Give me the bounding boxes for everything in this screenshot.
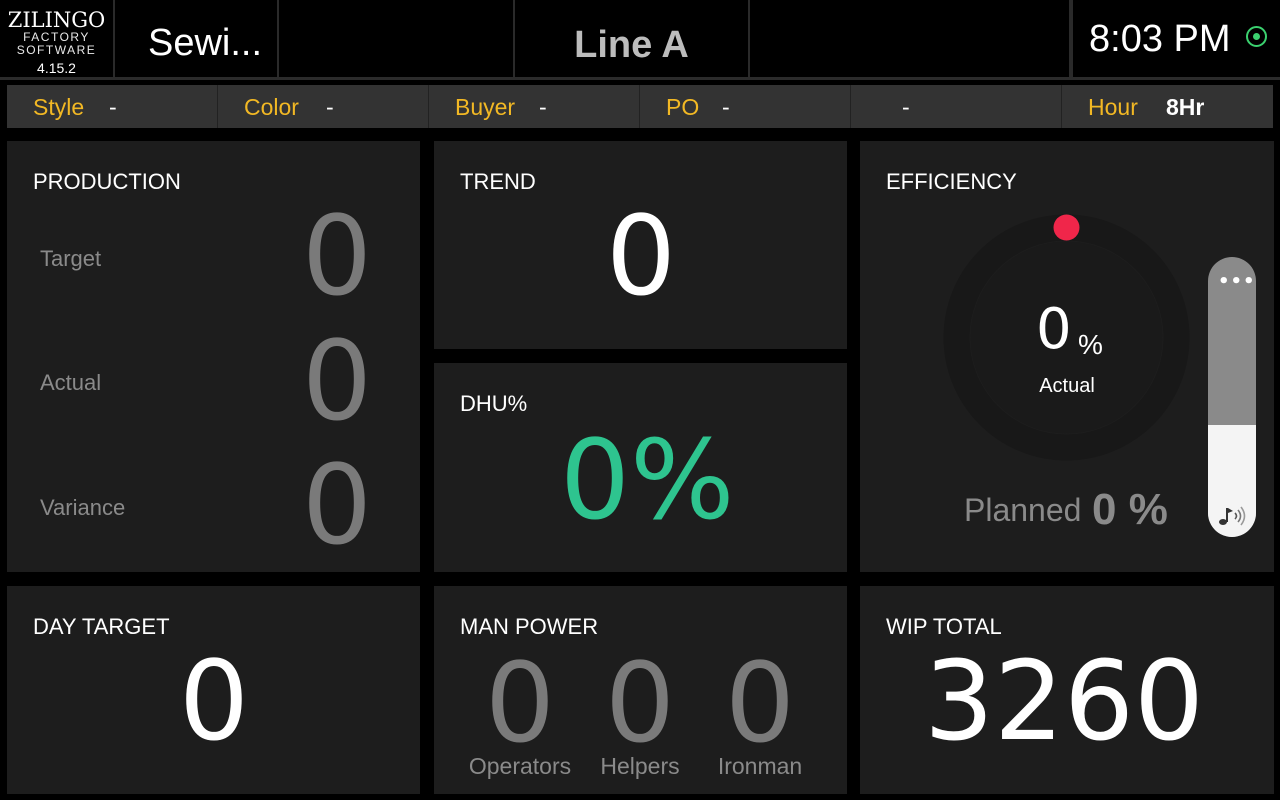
more-options-icon[interactable]: ••• (1218, 271, 1256, 292)
sound-icon (1219, 506, 1246, 526)
clock-cell: 8:03 PM (1071, 0, 1280, 78)
ironman-value: 0 (725, 639, 795, 767)
helpers-value: 0 (605, 639, 675, 767)
blank-value: - (902, 94, 910, 120)
planned-value: 0 % (1092, 485, 1168, 534)
ironman-label: Ironman (717, 753, 803, 779)
planned-label: Planned (964, 492, 1082, 528)
dhu-title: DHU% (460, 391, 528, 416)
po-value: - (722, 94, 730, 120)
logo-line-software: SOFTWARE (16, 43, 97, 57)
po-label: PO (666, 94, 700, 120)
operators-value: 0 (485, 639, 555, 767)
color-label: Color (244, 94, 299, 120)
wip-total-card: WIP TOTAL 3260 (860, 586, 1274, 794)
target-value: 0 (302, 192, 372, 320)
line-name: Line A (574, 24, 689, 66)
efficiency-card: EFFICIENCY 0 % Actual Planned 0 % ••• (860, 141, 1274, 572)
blank-field: - (851, 85, 1062, 128)
efficiency-title: EFFICIENCY (886, 169, 1017, 194)
gauge-indicator-dot (1053, 214, 1080, 241)
style-field: Style - (7, 85, 218, 128)
day-target-title: DAY TARGET (33, 614, 170, 639)
production-card: PRODUCTION Target 0 Actual 0 Variance 0 (7, 141, 420, 572)
man-power-title: MAN POWER (460, 614, 599, 639)
trend-title: TREND (460, 169, 536, 194)
color-field: Color - (218, 85, 429, 128)
section-title-cell[interactable]: Sewi... (115, 0, 279, 78)
dhu-value: 0% (560, 416, 735, 544)
style-value: - (109, 94, 117, 120)
man-power-card: MAN POWER 0 Operators 0 Helpers 0 Ironma… (434, 586, 847, 794)
color-value: - (326, 94, 334, 120)
day-target-card: DAY TARGET 0 (7, 586, 420, 794)
actual-value: 0 (302, 317, 372, 445)
po-field: PO - (640, 85, 851, 128)
variance-value: 0 (302, 441, 372, 569)
volume-slider[interactable]: ••• (1208, 257, 1256, 537)
header-spacer-left (279, 0, 515, 78)
efficiency-actual-value: 0 (1036, 297, 1072, 362)
logo-name: ZILINGO (7, 8, 106, 32)
section-title: Sewi... (148, 22, 263, 64)
operators-label: Operators (468, 753, 572, 779)
buyer-field: Buyer - (429, 85, 640, 128)
order-info-bar: Style - Color - Buyer - PO - - Hour 8Hr (7, 85, 1273, 128)
header-spacer-right (750, 0, 1071, 78)
app-version: 4.15.2 (37, 60, 76, 76)
current-time: 8:03 PM (1089, 18, 1231, 60)
efficiency-actual-unit: % (1078, 329, 1103, 360)
trend-card: TREND 0 (434, 141, 847, 349)
trend-value: 0 (606, 192, 676, 320)
efficiency-actual-label: Actual (1039, 375, 1095, 397)
wip-total-value: 3260 (924, 637, 1204, 765)
buyer-value: - (539, 94, 547, 120)
variance-label: Variance (40, 495, 126, 520)
hour-value: 8Hr (1166, 94, 1205, 120)
production-title: PRODUCTION (33, 169, 181, 194)
line-selector[interactable]: Line A (515, 0, 750, 78)
connection-status-icon (1246, 26, 1267, 47)
helpers-label: Helpers (600, 753, 680, 779)
day-target-value: 0 (179, 637, 249, 765)
actual-label: Actual (40, 370, 102, 395)
header-divider (0, 77, 1280, 80)
top-header: ZILINGO FACTORY SOFTWARE 4.15.2 Sewi... … (0, 0, 1280, 78)
style-label: Style (33, 94, 85, 120)
buyer-label: Buyer (455, 94, 516, 120)
hour-field: Hour 8Hr (1062, 85, 1273, 128)
target-label: Target (40, 246, 102, 271)
brand-logo: ZILINGO FACTORY SOFTWARE 4.15.2 (0, 0, 115, 78)
dhu-card: DHU% 0% (434, 363, 847, 572)
hour-label: Hour (1088, 94, 1138, 120)
